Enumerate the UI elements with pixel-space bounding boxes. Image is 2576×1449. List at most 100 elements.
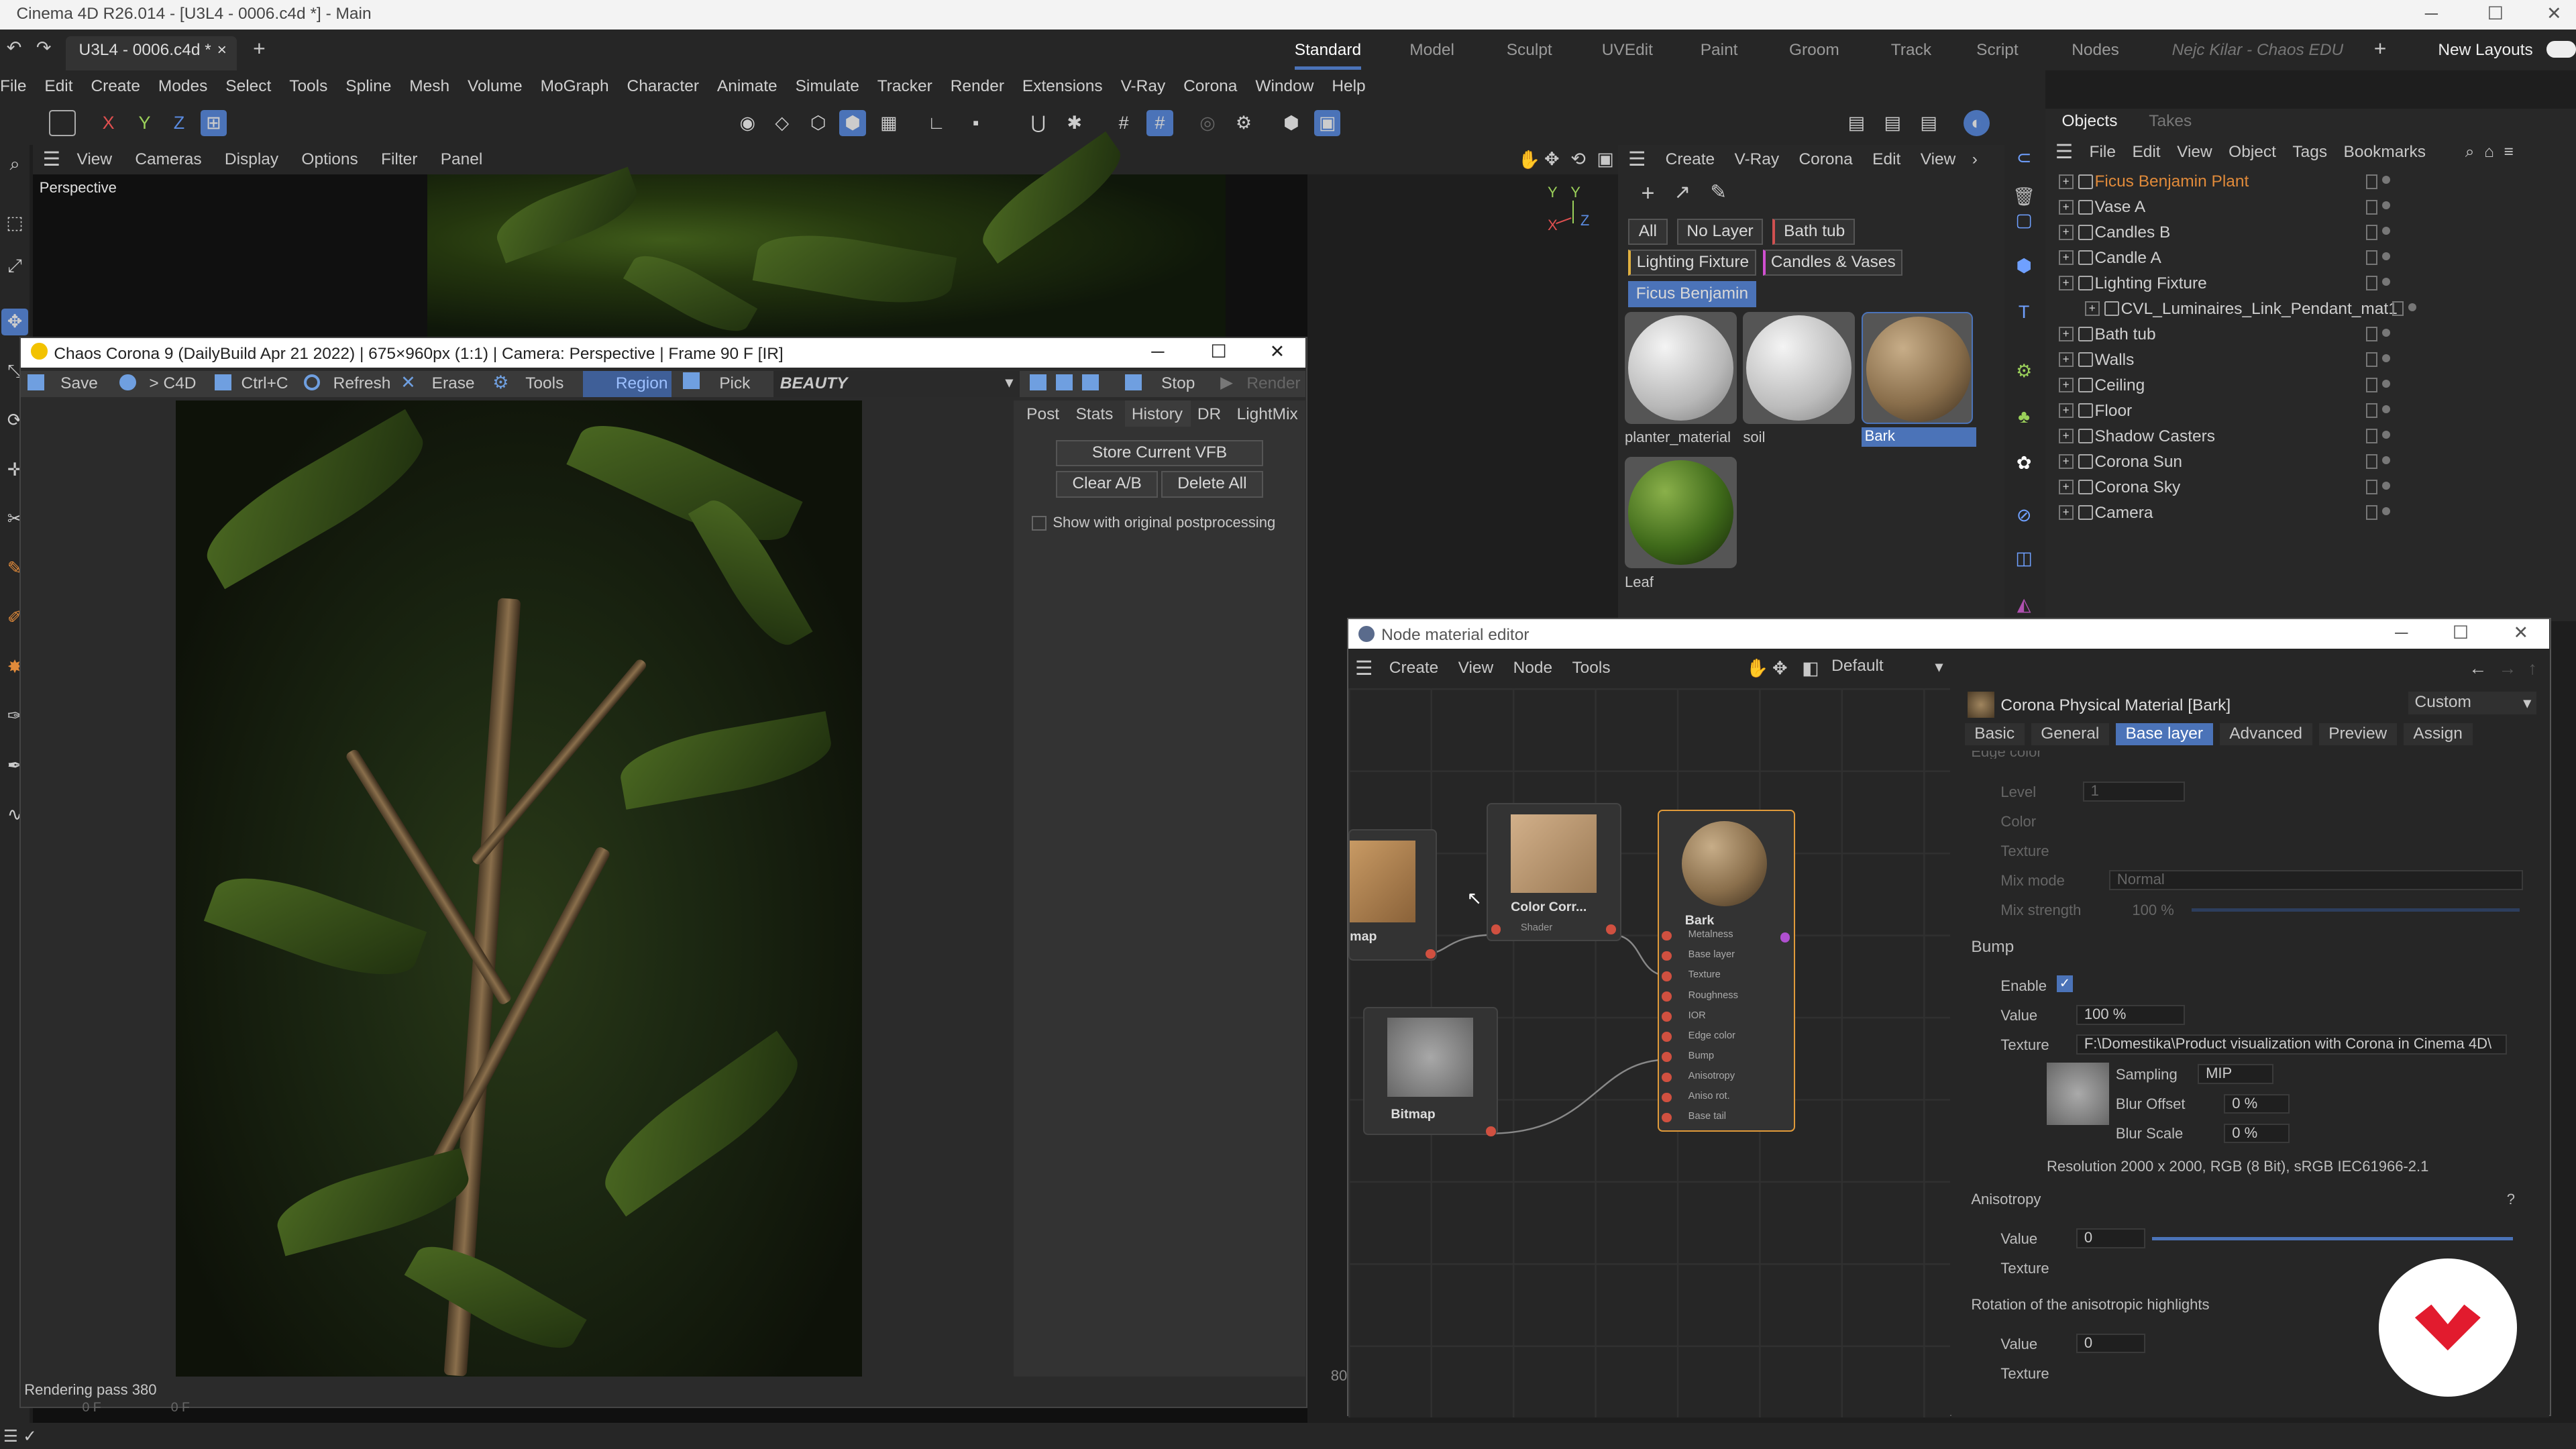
layout-standard[interactable]: Standard	[1294, 41, 1361, 71]
zoom-in-icon[interactable]	[1030, 374, 1046, 391]
minimize-icon[interactable]: ─	[2425, 3, 2438, 24]
edit-render-settings-icon[interactable]: ▤	[1916, 110, 1942, 136]
zoom-out-icon[interactable]	[1082, 374, 1099, 391]
search-icon[interactable]: ⌕	[1, 151, 28, 177]
close-tab-icon[interactable]: ×	[217, 41, 227, 60]
camera-tool-icon[interactable]: ◫	[2011, 545, 2037, 572]
layout-uvedit[interactable]: UVEdit	[1602, 41, 1653, 60]
object-row[interactable]: + Corona Sun	[2058, 451, 2568, 476]
visibility-icon[interactable]	[2365, 429, 2377, 444]
sampling-select[interactable]: MIP	[2198, 1064, 2273, 1084]
document-tab[interactable]: U3L4 - 0006.c4d * ×	[65, 36, 237, 71]
viewport-menu-panel[interactable]: Panel	[441, 150, 483, 169]
render-dot-icon[interactable]	[2382, 506, 2391, 515]
menu-mesh[interactable]: Mesh	[409, 77, 449, 96]
material-planter[interactable]	[1625, 312, 1737, 424]
render-image[interactable]	[175, 400, 863, 1377]
viewport-menu-filter[interactable]: Filter	[381, 150, 417, 169]
settings-icon[interactable]: ✿	[2011, 450, 2037, 476]
layout-sculpt[interactable]: Sculpt	[1507, 41, 1552, 60]
z-axis-lock[interactable]: Z	[166, 110, 192, 136]
node-map[interactable]: map	[1348, 829, 1438, 961]
material-soil[interactable]	[1743, 312, 1855, 424]
menu-modes[interactable]: Modes	[158, 77, 207, 96]
x-axis-lock[interactable]: X	[95, 110, 121, 136]
material-menu-create[interactable]: Create	[1666, 150, 1715, 169]
menu-render[interactable]: Render	[951, 77, 1004, 96]
object-row[interactable]: + Floor	[2058, 400, 2568, 425]
filter-bath-tub[interactable]: Bath tub	[1772, 218, 1855, 245]
generator-icon[interactable]: ⚙	[2011, 358, 2037, 384]
nme-maximize-icon[interactable]: ☐	[2453, 623, 2469, 643]
expand-icon[interactable]: +	[2058, 250, 2074, 266]
delete-all-button[interactable]: Delete All	[1161, 471, 1263, 498]
close-icon[interactable]: ✕	[2546, 3, 2562, 24]
primitive-icon[interactable]: ⬢	[2011, 253, 2037, 279]
object-row[interactable]: + Candle A	[2058, 248, 2568, 272]
vfb-tab-stats[interactable]: Stats	[1076, 405, 1114, 424]
object-row[interactable]: + Bath tub	[2058, 323, 2568, 348]
render-view-icon[interactable]: ▤	[1843, 110, 1870, 136]
vfb-save-button[interactable]: Save	[60, 374, 98, 393]
render-pass-select[interactable]: BEAUTY ▾	[773, 371, 1020, 398]
expand-icon[interactable]: +	[2058, 378, 2074, 393]
object-row[interactable]: + Candles B	[2058, 222, 2568, 247]
y-axis-lock[interactable]: Y	[131, 110, 158, 136]
snap-settings-icon[interactable]: ✱	[1061, 110, 1087, 136]
eyedropper-icon[interactable]: ✎	[1710, 180, 1727, 204]
bark-input-port[interactable]	[1662, 930, 1672, 941]
object-row[interactable]: + Ficus Benjamin Plant	[2058, 171, 2568, 196]
rotation-value-field[interactable]: 0	[2076, 1334, 2145, 1354]
snap-icon[interactable]: ⋃	[1025, 110, 1051, 136]
live-selection-icon[interactable]: ⤢	[1, 253, 28, 279]
object-row[interactable]: + Vase A	[2058, 197, 2568, 221]
bark-input-port[interactable]	[1662, 951, 1672, 961]
filter-no-layer[interactable]: No Layer	[1677, 218, 1763, 245]
layout-nodes[interactable]: Nodes	[2072, 41, 2119, 60]
objects-menu-bookmarks[interactable]: Bookmarks	[2344, 143, 2426, 162]
visibility-icon[interactable]	[2365, 454, 2377, 470]
expand-icon[interactable]: +	[2058, 174, 2074, 189]
menu-create[interactable]: Create	[91, 77, 140, 96]
grid-icon[interactable]: #	[1111, 110, 1137, 136]
objects-menu-edit[interactable]: Edit	[2132, 143, 2160, 162]
menu-tools[interactable]: Tools	[289, 77, 327, 96]
object-row[interactable]: + Walls	[2058, 349, 2568, 374]
nme-forward-icon[interactable]: →	[2498, 658, 2516, 679]
link-material-icon[interactable]: ↗	[1674, 180, 1691, 204]
vfb-copy-button[interactable]: Ctrl+C	[241, 374, 288, 393]
menu-select[interactable]: Select	[225, 77, 271, 96]
menu-spline[interactable]: Spline	[345, 77, 391, 96]
help-icon[interactable]: ?	[2507, 1191, 2515, 1208]
nme-minimize-icon[interactable]: ─	[2395, 623, 2408, 643]
visibility-icon[interactable]	[2365, 480, 2377, 495]
vfb-tab-lightmix[interactable]: LightMix	[1237, 405, 1298, 424]
render-settings-icon[interactable]: ⚙	[1230, 110, 1256, 136]
move-tool-icon[interactable]: ✥	[1, 309, 28, 335]
nme-up-icon[interactable]: ↑	[2528, 658, 2537, 679]
new-layouts-button[interactable]: New Layouts	[2438, 41, 2532, 60]
edges-mode-icon[interactable]: ◇	[769, 110, 795, 136]
viewport-menu-view[interactable]: View	[76, 150, 112, 169]
hamburger-icon[interactable]: ☰	[43, 148, 60, 171]
bark-input-port[interactable]	[1662, 1112, 1672, 1123]
material-leaf[interactable]	[1625, 456, 1737, 569]
render-dot-icon[interactable]	[2382, 430, 2391, 439]
store-vfb-button[interactable]: Store Current VFB	[1056, 439, 1263, 467]
render-dot-icon[interactable]	[2382, 176, 2391, 184]
objects-menu-view[interactable]: View	[2177, 143, 2212, 162]
visibility-icon[interactable]	[2365, 352, 2377, 368]
vfb-tab-post[interactable]: Post	[1026, 405, 1059, 424]
nme-layout-icon[interactable]: ◧	[1802, 658, 1819, 679]
bark-input-port[interactable]	[1662, 1072, 1672, 1083]
material-menu-view[interactable]: View	[1921, 150, 1956, 169]
objects-filter-icon[interactable]: ≡	[2504, 143, 2514, 162]
objects-menu-object[interactable]: Object	[2229, 143, 2276, 162]
blur-offset-field[interactable]: 0 %	[2224, 1093, 2290, 1114]
viewport-menu-cameras[interactable]: Cameras	[135, 150, 201, 169]
vfb-to-c4d-button[interactable]: > C4D	[149, 374, 196, 393]
menu-file[interactable]: File	[0, 77, 26, 96]
menu-simulate[interactable]: Simulate	[796, 77, 859, 96]
nme-menu-node[interactable]: Node	[1513, 659, 1553, 678]
add-layout-icon[interactable]: +	[2374, 36, 2387, 61]
